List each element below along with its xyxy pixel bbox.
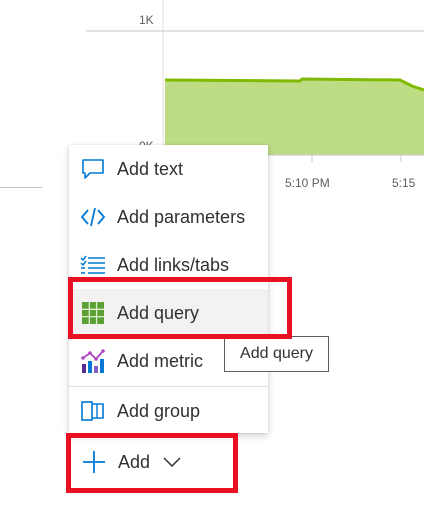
text-box-icon	[79, 155, 107, 183]
menu-item-add-links-tabs[interactable]: Add links/tabs	[69, 241, 268, 289]
menu-item-label: Add query	[117, 302, 200, 323]
menu-item-label: Add group	[117, 400, 201, 421]
add-menu: Add text Add parameters Add links/tabs A…	[69, 145, 268, 433]
menu-item-add-parameters[interactable]: Add parameters	[69, 193, 268, 241]
x-tick-label: 5:10 PM	[285, 176, 330, 190]
divider	[0, 187, 42, 188]
menu-item-add-query[interactable]: Add query	[69, 289, 268, 337]
menu-item-label: Add links/tabs	[117, 254, 230, 275]
x-tick-label: 5:15	[392, 176, 416, 190]
area-fill	[165, 79, 424, 155]
menu-item-label: Add parameters	[117, 206, 246, 227]
chevron-down-icon	[162, 452, 182, 472]
menu-item-add-group[interactable]: Add group	[69, 387, 268, 435]
add-button[interactable]: Add	[70, 438, 233, 486]
plus-icon	[80, 448, 108, 476]
menu-item-label: Add text	[117, 158, 184, 179]
grid-icon	[79, 299, 107, 327]
menu-item-add-text[interactable]: Add text	[69, 145, 268, 193]
group-icon	[79, 397, 107, 425]
metric-chart-icon	[79, 347, 107, 375]
menu-item-label: Add metric	[117, 350, 204, 371]
y-tick-label: 1K	[139, 13, 154, 27]
add-button-label: Add	[118, 451, 151, 472]
checklist-icon	[79, 251, 107, 279]
tooltip: Add query	[224, 336, 329, 372]
code-brackets-icon	[79, 203, 107, 231]
